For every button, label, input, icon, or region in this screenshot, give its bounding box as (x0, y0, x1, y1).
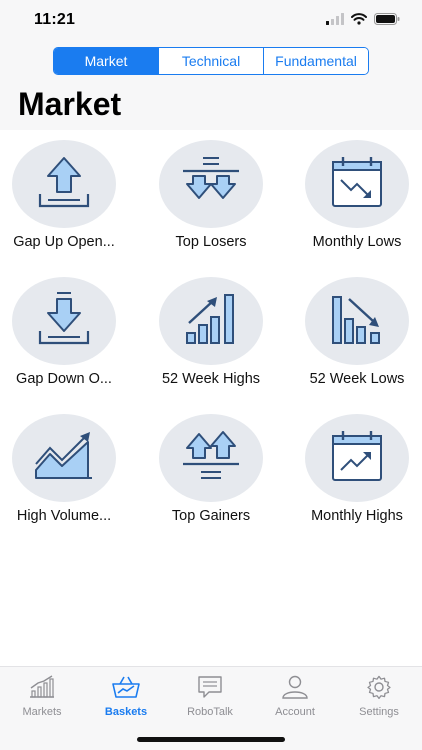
tile-circle (159, 140, 263, 228)
status-bar: 11:21 (0, 0, 422, 44)
tile-label: 52 Week Lows (309, 371, 405, 387)
top-gainers-icon (183, 431, 239, 479)
gap-up-icon (38, 157, 90, 208)
tile-label: Top Gainers (171, 508, 251, 524)
segmented-control: Market Technical Fundamental (53, 47, 369, 75)
tile-label: High Volume... (16, 508, 112, 524)
status-time: 11:21 (34, 11, 76, 28)
gear-icon (367, 675, 391, 700)
segment-fundamental[interactable]: Fundamental (263, 48, 368, 74)
top-losers-icon (183, 157, 239, 199)
tile-gap-down[interactable]: Gap Down O... (0, 277, 134, 387)
tab-settings[interactable]: Settings (337, 675, 421, 718)
chart-icon (30, 675, 54, 698)
monthly-lows-icon (332, 157, 382, 207)
segment-technical[interactable]: Technical (158, 48, 263, 74)
tab-bar: Markets Baskets RoboTalk Account Setting… (0, 666, 422, 750)
tile-circle (12, 277, 116, 365)
wifi-icon (351, 13, 367, 25)
segment-market[interactable]: Market (54, 48, 158, 74)
tile-circle (305, 140, 409, 228)
tile-label: Top Losers (175, 234, 247, 250)
tile-monthly-highs[interactable]: Monthly Highs (287, 414, 422, 524)
tile-circle (12, 140, 116, 228)
tile-label: Gap Up Open... (13, 234, 115, 250)
tile-label: Monthly Highs (311, 508, 403, 524)
status-icons (326, 13, 400, 25)
week-lows-icon (332, 296, 380, 344)
tile-top-gainers[interactable]: Top Gainers (141, 414, 281, 524)
tab-label: Settings (359, 706, 399, 718)
monthly-highs-icon (332, 431, 382, 481)
tab-robotalk[interactable]: RoboTalk (168, 675, 252, 718)
week-highs-icon (186, 294, 234, 344)
high-volume-icon (35, 432, 92, 479)
cellular-signal-icon (326, 13, 344, 25)
tile-gap-up[interactable]: Gap Up Open... (0, 140, 134, 250)
tile-52-week-lows[interactable]: 52 Week Lows (287, 277, 422, 387)
page-title: Market (18, 86, 122, 122)
chat-icon (198, 676, 222, 698)
tab-label: RoboTalk (187, 706, 233, 718)
battery-icon (374, 13, 400, 25)
tile-circle (159, 414, 263, 502)
header: Market Technical Fundamental Market (0, 44, 422, 130)
tab-account[interactable]: Account (253, 675, 337, 718)
tile-circle (305, 277, 409, 365)
tile-circle (159, 277, 263, 365)
tab-label: Markets (22, 706, 62, 718)
tile-top-losers[interactable]: Top Losers (141, 140, 281, 250)
tile-circle (12, 414, 116, 502)
tab-baskets[interactable]: Baskets (84, 675, 168, 718)
tab-label: Account (275, 706, 315, 718)
tile-label: Monthly Lows (312, 234, 402, 250)
tile-label: Gap Down O... (16, 371, 112, 387)
tile-label: 52 Week Highs (161, 371, 261, 387)
tab-label: Baskets (104, 706, 148, 718)
person-icon (282, 675, 308, 699)
tile-monthly-lows[interactable]: Monthly Lows (287, 140, 422, 250)
tile-52-week-highs[interactable]: 52 Week Highs (141, 277, 281, 387)
basket-icon (112, 676, 140, 698)
tile-high-volume[interactable]: High Volume... (0, 414, 134, 524)
tile-circle (305, 414, 409, 502)
gap-down-icon (38, 292, 90, 345)
tab-markets[interactable]: Markets (0, 675, 84, 718)
home-indicator (137, 737, 285, 742)
